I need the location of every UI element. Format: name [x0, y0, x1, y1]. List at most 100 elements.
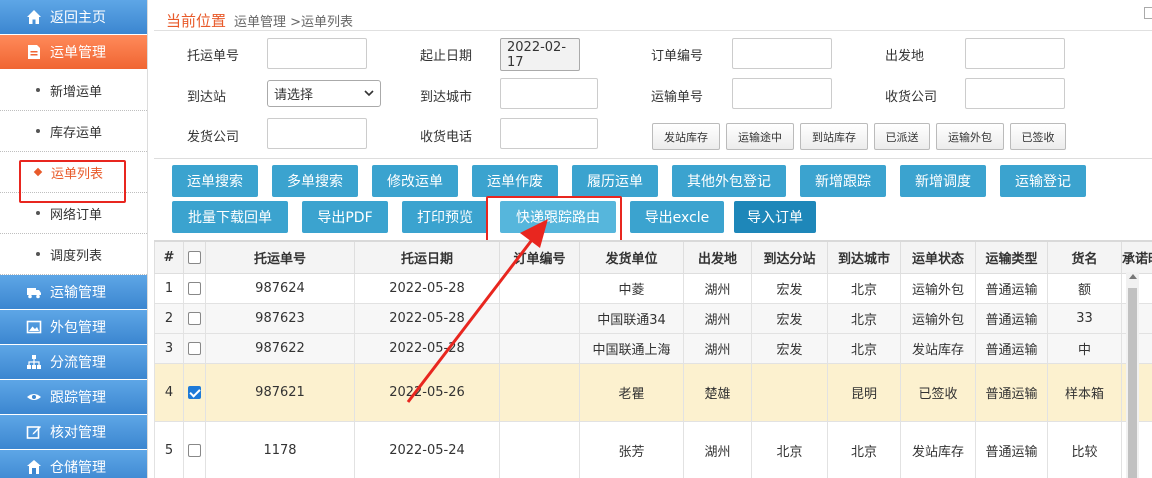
cell-from: 楚雄 — [683, 362, 752, 422]
sidebar-sub-network-order[interactable]: 网络订单 — [0, 193, 147, 234]
bullet-icon — [36, 129, 40, 133]
col-header: 到达城市 — [827, 240, 901, 274]
status-button-in-transit[interactable]: 运输途中 — [726, 123, 794, 150]
add-dispatch-button[interactable]: 新增调度 — [900, 165, 986, 197]
express-tracking-button[interactable]: 快递跟踪路由 — [500, 201, 616, 233]
select-value: 请选择 — [274, 88, 314, 103]
edit-order-button[interactable]: 修改运单 — [372, 165, 458, 197]
sidebar-item-label: 仓储管理 — [50, 460, 106, 476]
label-receive-company: 收货公司 — [885, 90, 938, 105]
select-all-checkbox[interactable] — [188, 250, 201, 264]
arrive-city-input[interactable] — [500, 78, 598, 109]
table-row[interactable]: 1 987624 2022-05-28 中菱 湖州 宏发 北京 运输外包 普通运输额 — [154, 272, 1152, 304]
sidebar-item-transport[interactable]: 运输管理 — [0, 275, 147, 310]
order-search-button[interactable]: 运单搜索 — [172, 165, 258, 197]
sidebar-item-verify[interactable]: 核对管理 — [0, 415, 147, 450]
row-checkbox[interactable] — [188, 341, 201, 355]
cell-from: 湖州 — [683, 302, 752, 334]
add-tracking-button[interactable]: 新增跟踪 — [800, 165, 886, 197]
order-table: # 托运单号 托运日期 订单编号 发货单位 出发地 到达分站 到达城市 运单状态… — [154, 240, 1152, 478]
cell-no: 1178 — [205, 420, 355, 478]
table-row[interactable]: 5 1178 2022-05-24 张芳 湖州 北京 北京 发站库存 普通运输 比较 — [154, 420, 1152, 478]
cell-status: 运输外包 — [900, 302, 976, 334]
scrollbar-thumb[interactable] — [1128, 288, 1137, 478]
sidebar-item-order-mgmt[interactable]: 运单管理 — [0, 35, 147, 70]
sidebar-sub-order-list[interactable]: 运单列表 — [0, 152, 147, 193]
cell-from: 湖州 — [683, 272, 752, 304]
cell-n: 5 — [154, 420, 184, 478]
cell-goods: 额 — [1047, 272, 1122, 304]
sidebar-sub-dispatch-list[interactable]: 调度列表 — [0, 234, 147, 275]
print-preview-button[interactable]: 打印预览 — [402, 201, 488, 233]
status-button-outsourced[interactable]: 运输外包 — [936, 123, 1004, 150]
history-order-button[interactable]: 履历运单 — [572, 165, 658, 197]
main-content: 当前位置 运单管理 >运单列表 托运单号 起止日期 2022-02-17 订单编号… — [154, 0, 1152, 478]
sidebar-item-home[interactable]: 返回主页 — [0, 0, 147, 35]
cell-type: 普通运输 — [975, 332, 1048, 364]
table-row[interactable]: 2 987623 2022-05-28 中国联通34 湖州 宏发 北京 运输外包 普通运输 33 — [154, 302, 1152, 334]
start-date-input[interactable]: 2022-02-17 — [500, 38, 580, 71]
breadcrumb-path: 运单管理 >运单列表 — [234, 15, 354, 30]
col-header-select[interactable] — [183, 240, 206, 274]
arrive-station-select[interactable]: 请选择 — [267, 80, 381, 107]
receive-company-input[interactable] — [965, 78, 1065, 109]
cell-date: 2022-05-28 — [354, 302, 500, 334]
batch-download-button[interactable]: 批量下载回单 — [172, 201, 288, 233]
other-outsource-button[interactable]: 其他外包登记 — [672, 165, 786, 197]
label-order-no: 订单编号 — [651, 49, 704, 64]
row-checkbox[interactable] — [188, 311, 201, 325]
sidebar-item-track[interactable]: 跟踪管理 — [0, 380, 147, 415]
multi-search-button[interactable]: 多单搜索 — [272, 165, 358, 197]
label-transport-no: 运输单号 — [651, 90, 704, 105]
cell-city: 北京 — [827, 272, 901, 304]
edit-icon — [26, 424, 42, 440]
sidebar-item-outsource[interactable]: 外包管理 — [0, 310, 147, 345]
sidebar-item-warehouse[interactable]: 仓储管理 — [0, 450, 147, 478]
corner-checkbox[interactable] — [1144, 7, 1152, 19]
row-select-cell — [183, 272, 206, 304]
tuoyun-no-input[interactable] — [267, 38, 367, 69]
sidebar: 返回主页 运单管理 新增运单 库存运单 运单列表 网络订单 调度列表 运输管理 … — [0, 0, 148, 478]
cell-n: 1 — [154, 272, 184, 304]
sidebar-item-label: 分流管理 — [50, 355, 106, 371]
label-start-date: 起止日期 — [420, 49, 473, 64]
cell-sender: 中国联通34 — [579, 302, 684, 334]
sidebar-sub-new-order[interactable]: 新增运单 — [0, 70, 147, 111]
status-button-origin-stock[interactable]: 发站库存 — [652, 123, 720, 150]
status-button-dest-stock[interactable]: 到站库存 — [800, 123, 868, 150]
col-header: 运单状态 — [900, 240, 976, 274]
status-button-signed[interactable]: 已签收 — [1010, 123, 1066, 150]
cell-station: 北京 — [751, 420, 828, 478]
cell-no: 987622 — [205, 332, 355, 364]
status-button-dispatched[interactable]: 已派送 — [874, 123, 930, 150]
row-checkbox[interactable] — [188, 281, 201, 295]
home-icon — [26, 459, 42, 475]
table-row[interactable]: 3 987622 2022-05-28 中国联通上海 湖州 宏发 北京 发站库存 普通运输中 — [154, 332, 1152, 364]
col-header: 发货单位 — [579, 240, 684, 274]
row-checkbox[interactable] — [188, 385, 201, 399]
export-excel-button[interactable]: 导出excle — [630, 201, 724, 233]
export-pdf-button[interactable]: 导出PDF — [302, 201, 388, 233]
cell-status: 发站库存 — [900, 420, 976, 478]
ship-company-input[interactable] — [267, 118, 367, 149]
receive-phone-input[interactable] — [500, 118, 598, 149]
sidebar-item-split[interactable]: 分流管理 — [0, 345, 147, 380]
col-header: 承诺时 — [1121, 240, 1152, 274]
divider — [154, 30, 1152, 31]
scroll-up-icon[interactable] — [1129, 274, 1137, 279]
void-order-button[interactable]: 运单作废 — [472, 165, 558, 197]
table-row[interactable]: 4 987621 2022-05-26 老瞿 楚雄 昆明 已签收 普通运输 样本箱 — [154, 362, 1152, 422]
sidebar-sub-label: 调度列表 — [50, 248, 103, 264]
order-no-input[interactable] — [732, 38, 832, 69]
transport-no-input[interactable] — [732, 78, 832, 109]
cell-city: 北京 — [827, 332, 901, 364]
sidebar-sub-label: 库存运单 — [50, 125, 103, 141]
transport-register-button[interactable]: 运输登记 — [1000, 165, 1086, 197]
cell-station — [751, 362, 828, 422]
cell-type: 普通运输 — [975, 302, 1048, 334]
cell-goods: 比较 — [1047, 420, 1122, 478]
row-checkbox[interactable] — [188, 443, 201, 457]
import-order-button[interactable]: 导入订单 — [734, 201, 816, 233]
sidebar-sub-stock-order[interactable]: 库存运单 — [0, 111, 147, 152]
origin-input[interactable] — [965, 38, 1065, 69]
